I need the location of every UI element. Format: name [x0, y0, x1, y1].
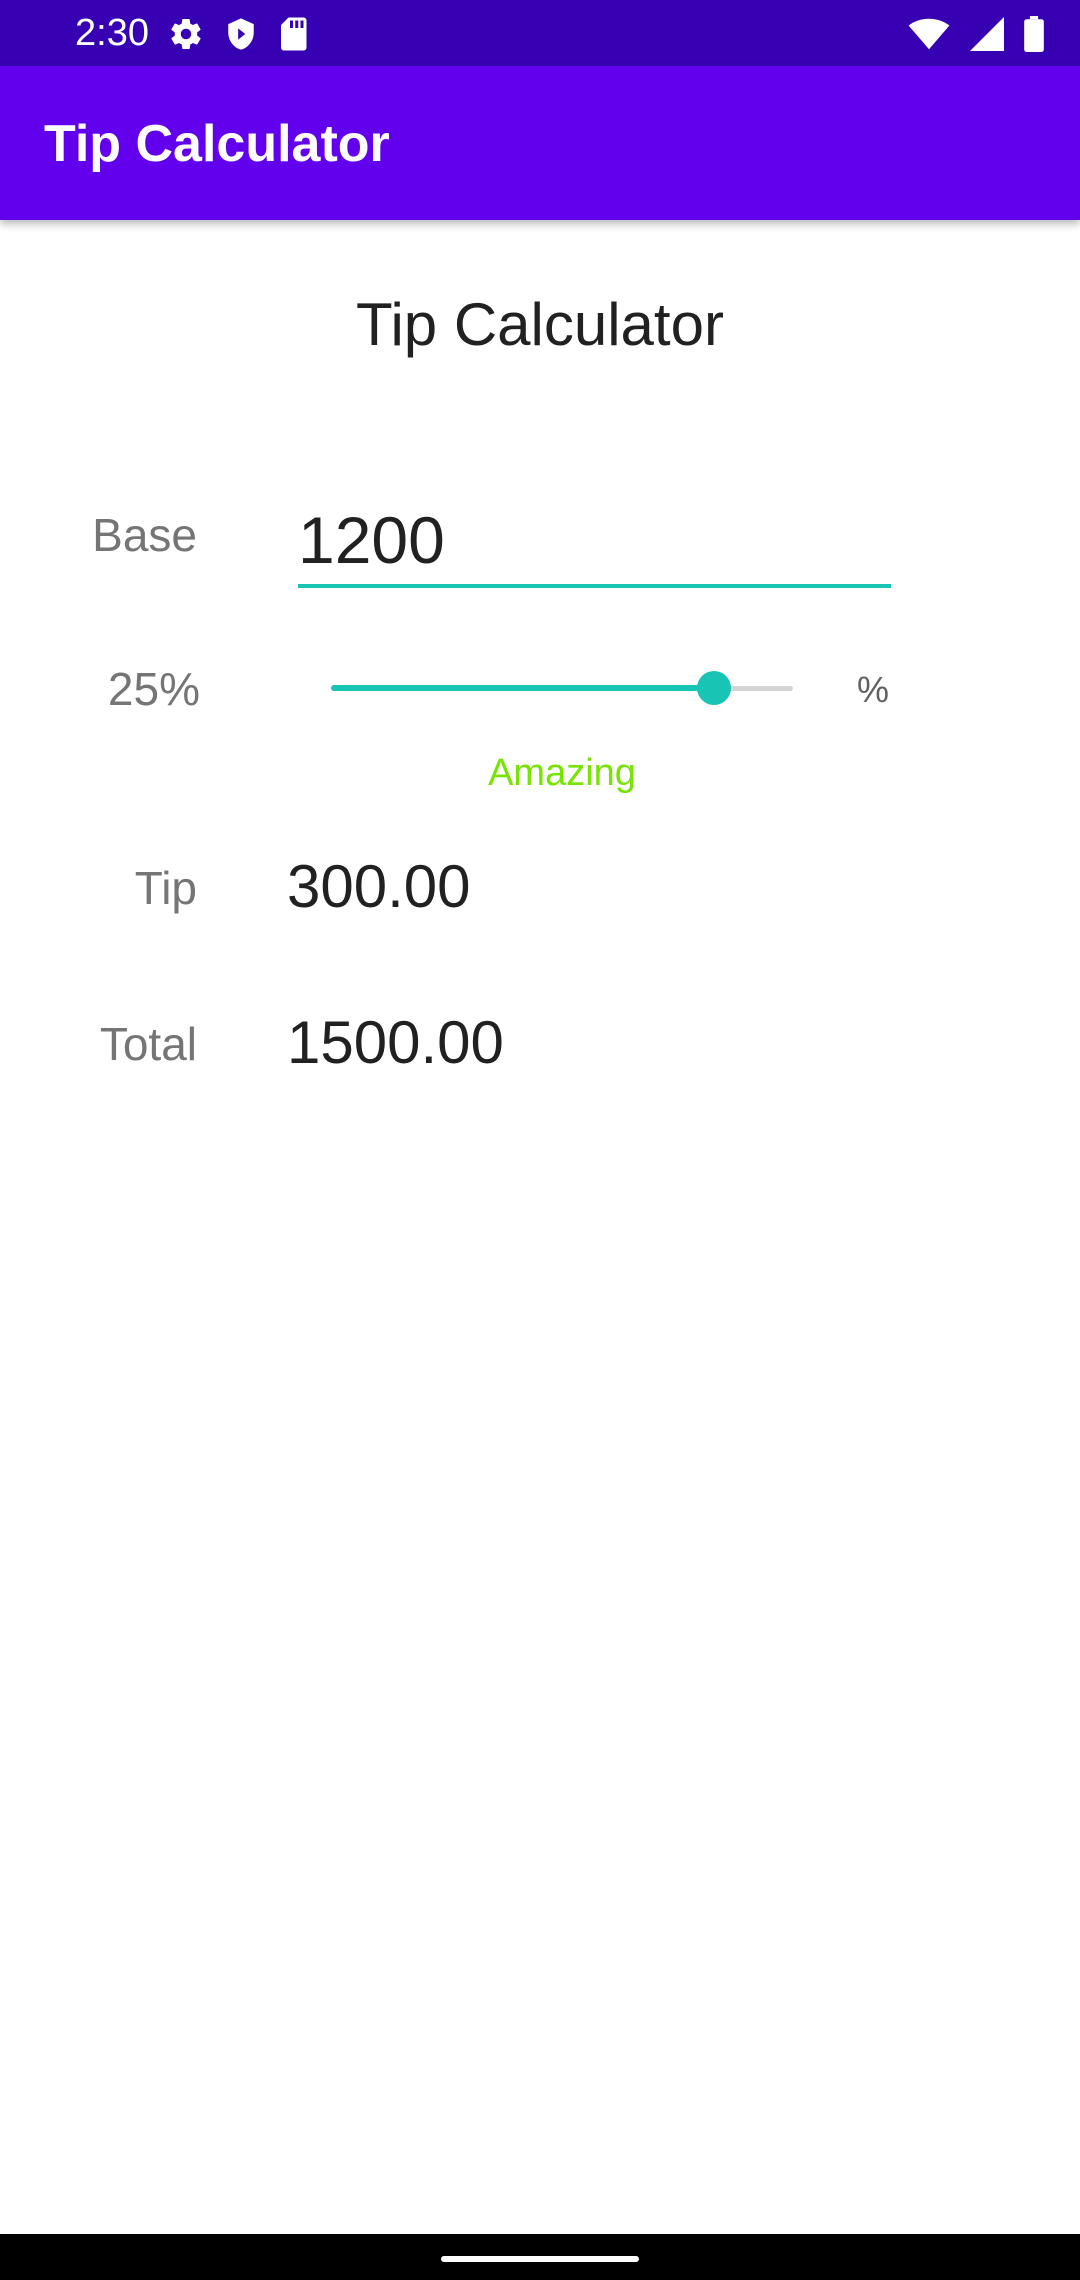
app-bar: Tip Calculator — [0, 66, 1080, 220]
status-bar: 2:30 — [0, 0, 1080, 66]
base-label: Base — [92, 509, 197, 561]
slider-fill — [331, 685, 714, 691]
tip-description: Amazing — [488, 752, 636, 794]
navigation-bar — [0, 2234, 1080, 2280]
percent-unit-label: % — [857, 669, 890, 710]
total-label: Total — [99, 1018, 197, 1070]
status-icons-right — [908, 14, 1044, 54]
page-title: Tip Calculator — [356, 291, 724, 358]
shield-icon — [228, 18, 254, 50]
home-indicator[interactable] — [441, 2256, 639, 2262]
slider-thumb[interactable] — [697, 671, 731, 705]
tip-label: Tip — [134, 862, 197, 914]
base-amount-input[interactable] — [298, 496, 891, 588]
app-bar-title: Tip Calculator — [44, 115, 390, 173]
status-time: 2:30 — [75, 12, 149, 54]
tip-percent-label: 25% — [107, 663, 200, 715]
tip-amount-value: 300.00 — [287, 853, 471, 920]
signal-icon — [970, 17, 1004, 51]
tip-percent-slider[interactable] — [331, 668, 793, 708]
battery-icon — [1024, 16, 1044, 52]
settings-icon — [171, 19, 201, 50]
wifi-icon — [908, 18, 950, 50]
status-icons-left — [168, 14, 308, 54]
sd-card-icon — [281, 17, 307, 51]
total-amount-value: 1500.00 — [287, 1009, 504, 1076]
